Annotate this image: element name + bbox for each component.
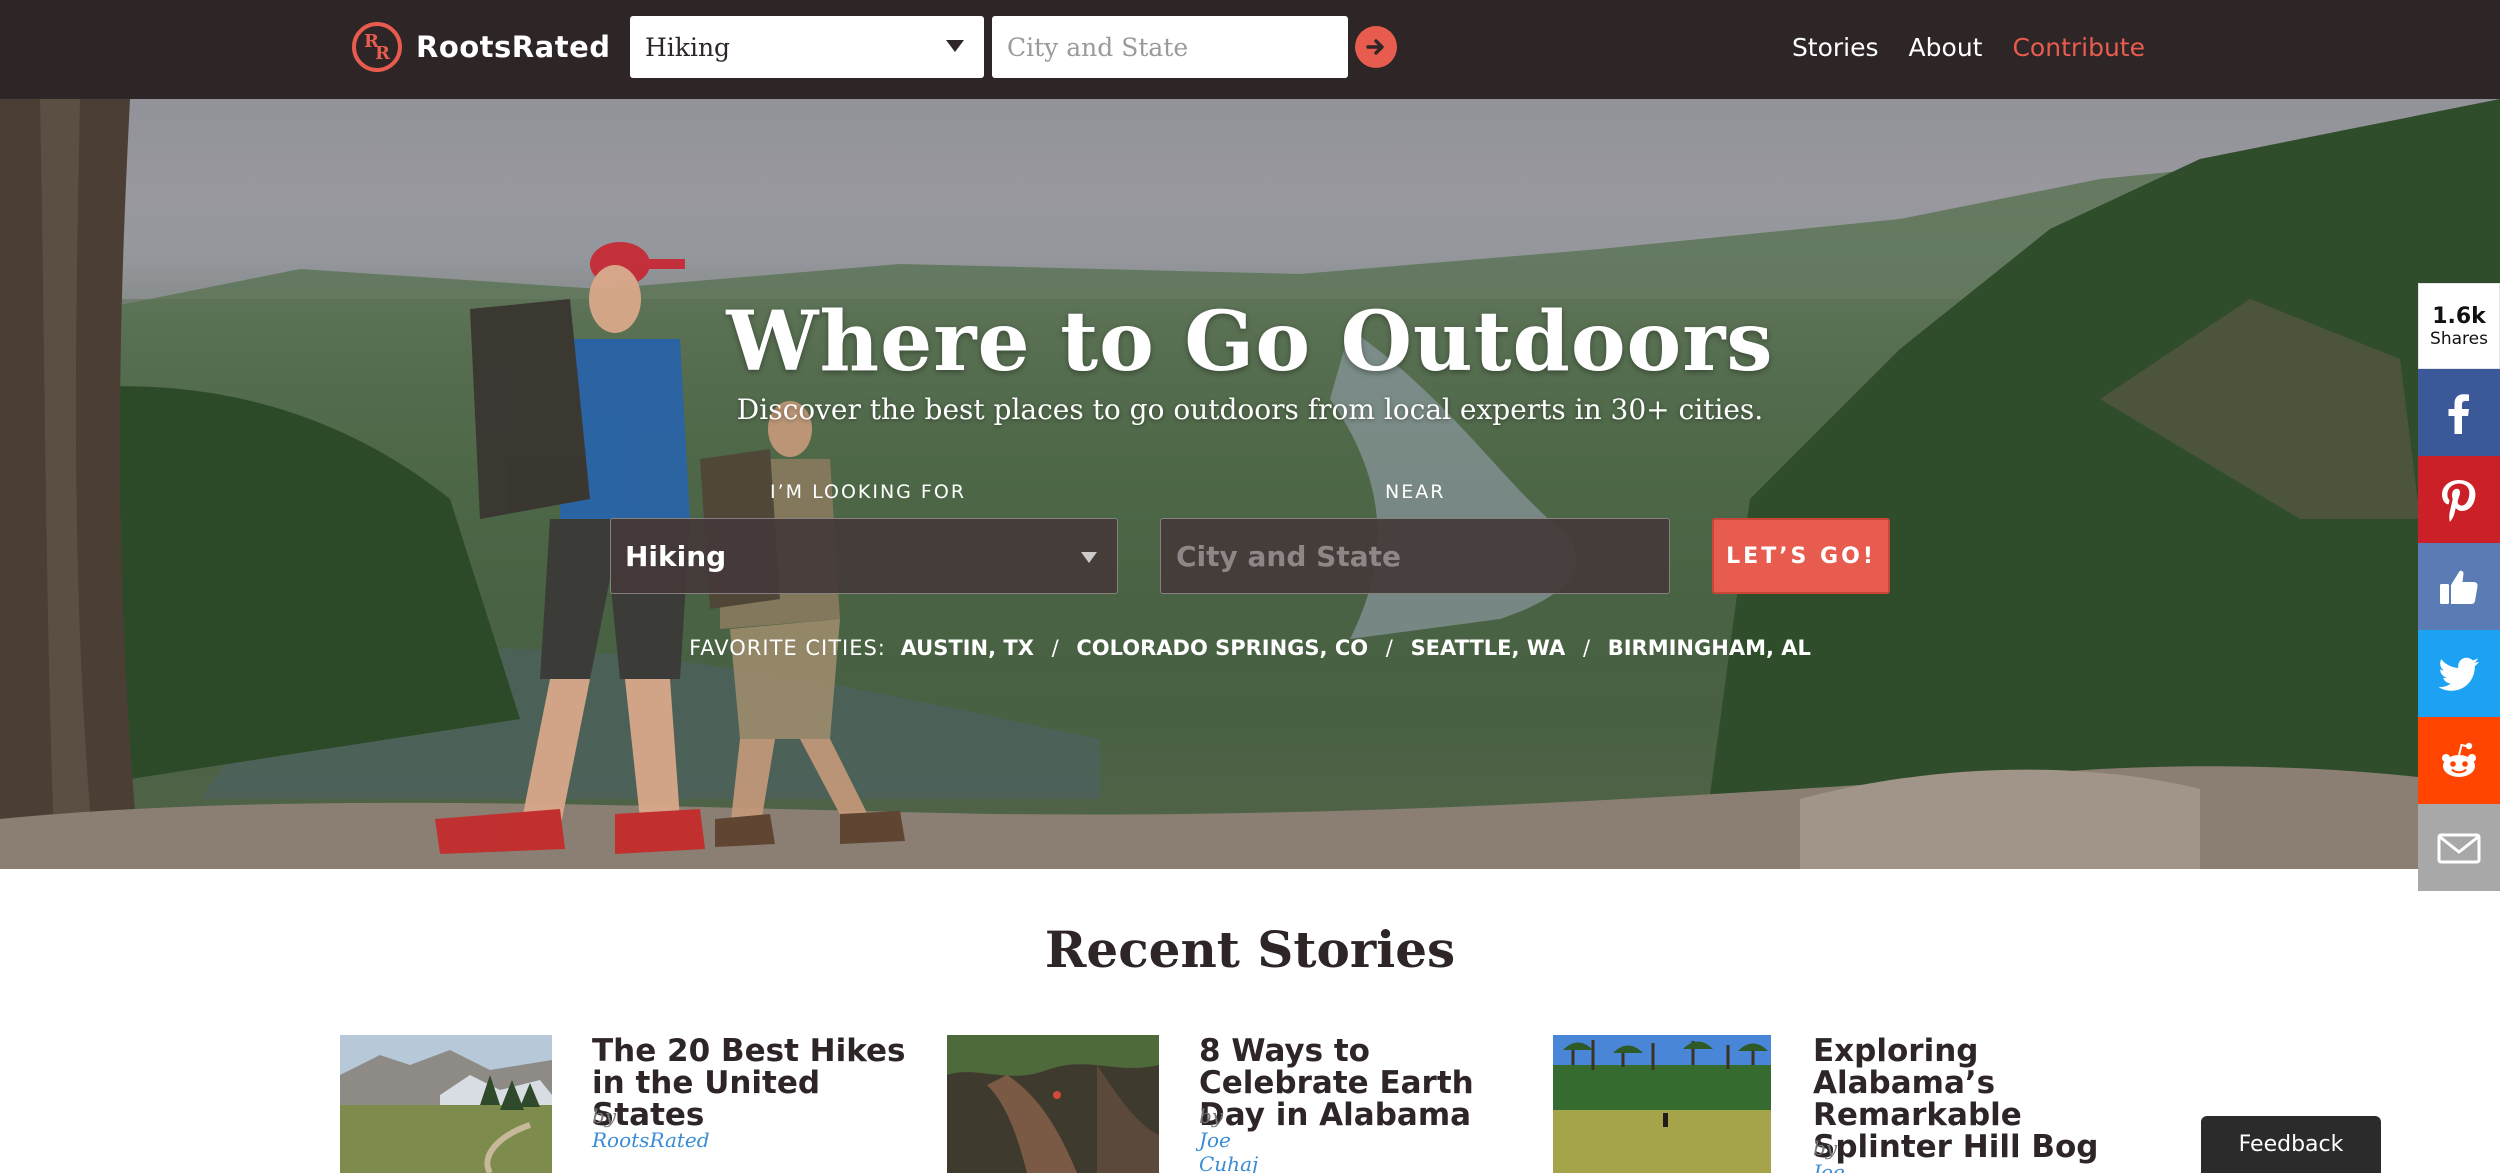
share-email-button[interactable] (2418, 804, 2500, 891)
separator: / (1385, 636, 1393, 660)
hero-background-photo (0, 99, 2500, 869)
city-link-colorado-springs[interactable]: COLORADO SPRINGS, CO (1076, 636, 1368, 660)
share-pinterest-button[interactable] (2418, 456, 2500, 543)
share-like-button[interactable] (2418, 543, 2500, 630)
chevron-down-icon (946, 40, 964, 52)
favorite-cities-label: FAVORITE CITIES: (689, 636, 886, 660)
nav-activity-select[interactable]: Hiking (630, 16, 984, 78)
city-link-birmingham[interactable]: BIRMINGHAM, AL (1608, 636, 1811, 660)
hero-banner: Where to Go Outdoors Discover the best p… (0, 99, 2500, 869)
hero-title: Where to Go Outdoors (726, 294, 1774, 390)
top-navbar: R R RootsRated Hiking Stories About Cont… (0, 0, 2500, 99)
share-rail: 1.6k Shares (2418, 283, 2500, 891)
pinterest-icon (2442, 479, 2476, 522)
twitter-icon (2438, 657, 2479, 691)
facebook-icon (2448, 393, 2469, 434)
email-icon (2437, 833, 2481, 863)
nav-location-input[interactable] (992, 16, 1348, 78)
near-label: NEAR (1385, 481, 1446, 503)
story-thumbnail[interactable] (340, 1035, 552, 1173)
story-author-link[interactable]: RootsRated (592, 1128, 710, 1152)
main-nav: Stories About Contribute (1792, 26, 2145, 68)
share-count-number: 1.6k (2432, 303, 2486, 329)
story-image-mountain-meadow (340, 1035, 552, 1173)
arrow-right-icon (1366, 39, 1384, 55)
hero-location-input[interactable] (1160, 518, 1670, 594)
nav-search-button[interactable] (1355, 26, 1397, 68)
story-byline: by Joe Cuhaj (1813, 1136, 1872, 1173)
nav-link-contribute[interactable]: Contribute (2012, 33, 2145, 62)
nav-link-about[interactable]: About (1909, 33, 1983, 62)
recent-stories-heading: Recent Stories (1044, 920, 1456, 979)
share-reddit-button[interactable] (2418, 717, 2500, 804)
nav-link-stories[interactable]: Stories (1792, 33, 1879, 62)
hero-activity-value: Hiking (625, 539, 727, 573)
chevron-down-icon (1081, 552, 1097, 563)
story-thumbnail[interactable] (947, 1035, 1159, 1173)
story-author-link[interactable]: Joe Cuhaj (1813, 1160, 1872, 1173)
brand-logo[interactable]: R R RootsRated (352, 22, 611, 72)
like-icon (2440, 570, 2478, 604)
rootsrated-logo-icon: R R (352, 22, 402, 72)
story-thumbnail[interactable] (1553, 1035, 1771, 1173)
nav-activity-value: Hiking (645, 32, 731, 62)
separator: / (1582, 636, 1591, 660)
hero-activity-select[interactable]: Hiking (610, 518, 1118, 594)
story-byline: by Joe Cuhaj (1199, 1104, 1258, 1173)
share-facebook-button[interactable] (2418, 369, 2500, 456)
lets-go-button[interactable]: LET’S GO! (1712, 518, 1890, 594)
share-twitter-button[interactable] (2418, 630, 2500, 717)
share-count: 1.6k Shares (2418, 283, 2500, 369)
city-link-seattle[interactable]: SEATTLE, WA (1411, 636, 1566, 660)
looking-for-label: I’M LOOKING FOR (770, 481, 967, 503)
story-author-link[interactable]: Joe Cuhaj (1199, 1128, 1258, 1173)
reddit-icon (2442, 742, 2476, 777)
favorite-cities: FAVORITE CITIES: AUSTIN, TX / COLORADO S… (0, 636, 2500, 660)
story-byline: by RootsRated (592, 1104, 710, 1152)
share-count-label: Shares (2430, 328, 2488, 349)
feedback-button[interactable]: Feedback (2201, 1116, 2381, 1173)
city-link-austin[interactable]: AUSTIN, TX (901, 636, 1034, 660)
story-image-bog (1553, 1035, 1771, 1173)
hero-subtitle: Discover the best places to go outdoors … (736, 393, 1764, 426)
story-image-canyon (947, 1035, 1159, 1173)
separator: / (1051, 636, 1059, 660)
brand-name: RootsRated (416, 30, 611, 64)
